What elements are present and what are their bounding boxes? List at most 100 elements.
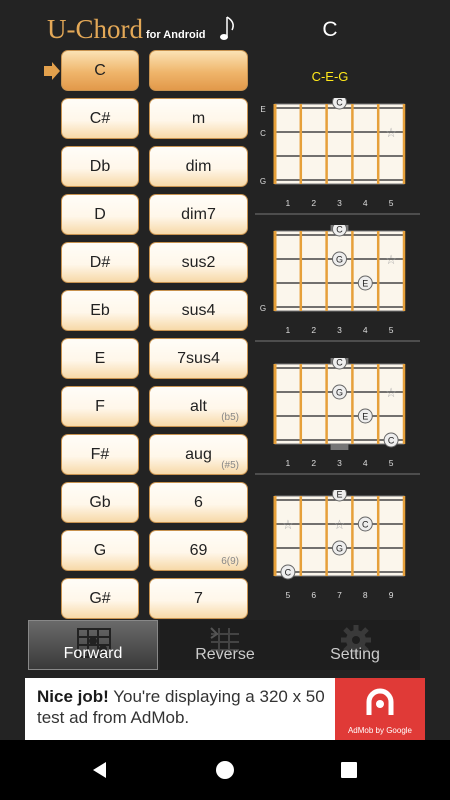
admob-logo: AdMob by Google	[335, 678, 425, 740]
root-key-button[interactable]: Db	[61, 146, 139, 187]
finger-dot-label: G	[336, 544, 343, 554]
finger-dot-label: C	[285, 568, 292, 578]
chord-type-button[interactable]: 7	[149, 578, 248, 619]
chord-type-button[interactable]	[149, 50, 248, 91]
finger-dot-label: G	[336, 388, 343, 398]
finger-dot-label: G	[336, 255, 343, 265]
fret-number-label: 4	[363, 325, 368, 335]
chord-type-alt-label: 6(9)	[221, 556, 239, 567]
fretboard-background	[274, 363, 405, 445]
fretboard-diagram[interactable]: ☆ C E C G 1 2 3 4 5	[255, 98, 420, 216]
root-key-button[interactable]: Gb	[61, 482, 139, 523]
fret-number-label: 8	[363, 590, 368, 600]
root-key-button[interactable]: G#	[61, 578, 139, 619]
current-chord: C	[322, 18, 338, 41]
finger-dot-label: C	[336, 358, 343, 368]
fret-number-label: 1	[286, 458, 291, 468]
chord-type-button[interactable]: aug (#5)	[149, 434, 248, 475]
finger-dot-label: C	[336, 225, 343, 235]
string-name-label: E	[260, 105, 265, 114]
fretboard-diagram[interactable]: ☆ ☆ E C G C 5 6 7 8 9	[255, 490, 420, 608]
system-nav-bar	[0, 740, 450, 800]
home-icon[interactable]	[215, 760, 235, 780]
chord-type-button[interactable]: sus2	[149, 242, 248, 283]
fret-number-label: 2	[311, 458, 316, 468]
chord-type-alt-label: (b5)	[221, 412, 239, 423]
chord-type-button[interactable]: dim7	[149, 194, 248, 235]
tab-reverse-label: Reverse	[195, 646, 255, 663]
root-key-button[interactable]: D	[61, 194, 139, 235]
admob-icon	[366, 688, 394, 715]
star-marker: ☆	[385, 253, 397, 268]
root-key-button[interactable]: F	[61, 386, 139, 427]
ad-banner[interactable]: Nice job! You're displaying a 320 x 50 t…	[25, 678, 425, 740]
chord-type-label: aug	[185, 445, 212, 463]
fretboard-background	[274, 103, 405, 185]
fret-number-label: 4	[363, 458, 368, 468]
chord-type-label: sus4	[181, 301, 216, 319]
root-key-button[interactable]: E	[61, 338, 139, 379]
app-title: U-Chord for Android	[47, 14, 206, 44]
root-key-button[interactable]: G	[61, 530, 139, 571]
fretboard-background	[274, 495, 405, 577]
back-icon[interactable]	[90, 760, 110, 780]
chord-type-button[interactable]: 69 6(9)	[149, 530, 248, 571]
fret-number-label: 2	[311, 198, 316, 208]
root-key-button[interactable]: Eb	[61, 290, 139, 331]
chord-type-button[interactable]: sus4	[149, 290, 248, 331]
star-marker: ☆	[282, 518, 294, 533]
tab-setting[interactable]: Setting	[290, 620, 420, 670]
admob-label: AdMob by Google	[347, 726, 413, 735]
chord-type-button[interactable]: dim	[149, 146, 248, 187]
fret-number-label: 1	[286, 198, 291, 208]
fretboard-diagram[interactable]: ☆ C G E C 1 2 3 4 5	[255, 358, 420, 476]
chord-type-button[interactable]: 7sus4	[149, 338, 248, 379]
finger-dot-label: C	[336, 98, 343, 108]
finger-dot-label: E	[336, 490, 342, 500]
chord-type-button[interactable]: alt (b5)	[149, 386, 248, 427]
bottom-tab-bar: Forward Reverse Setting	[28, 620, 420, 670]
fret-number-label: 4	[363, 198, 368, 208]
chord-type-button[interactable]: 6	[149, 482, 248, 523]
ad-headline: Nice job!	[37, 687, 109, 706]
tab-forward[interactable]: Forward	[28, 620, 158, 670]
fret-number-label: 5	[389, 458, 394, 468]
fret-number-label: 2	[311, 325, 316, 335]
fret-number-label: 9	[389, 590, 394, 600]
fret-number-label: 1	[286, 325, 291, 335]
star-marker: ☆	[385, 386, 397, 401]
string-name-label: C	[260, 129, 266, 138]
chord-type-button[interactable]: m	[149, 98, 248, 139]
chord-type-label: 7sus4	[177, 349, 220, 367]
chord-notes: C-E-G	[311, 69, 349, 84]
string-name-label: G	[260, 177, 266, 186]
fretboard-diagram[interactable]: ☆ C G E G 1 2 3 4 5	[255, 225, 420, 343]
recents-icon[interactable]	[340, 761, 358, 779]
finger-dot-label: C	[362, 520, 369, 530]
fret-number-label: 5	[286, 590, 291, 600]
app-subtitle: for Android	[146, 29, 206, 41]
finger-dot-label: E	[362, 412, 368, 422]
root-key-button[interactable]: C	[61, 50, 139, 91]
chord-type-label: alt	[190, 397, 207, 415]
root-key-button[interactable]: F#	[61, 434, 139, 475]
chord-type-label: dim	[185, 157, 212, 175]
tab-reverse[interactable]: Reverse	[160, 620, 290, 670]
root-key-button[interactable]: D#	[61, 242, 139, 283]
chord-type-label: sus2	[181, 253, 216, 271]
app-screen: { "header": {"app_name": "U-Chord", "sub…	[0, 0, 450, 800]
finger-dot-label: E	[362, 279, 368, 289]
chord-type-label: m	[191, 109, 206, 127]
chord-type-label: 6	[194, 493, 203, 511]
string-name-label: G	[260, 304, 266, 313]
chord-type-label: dim7	[181, 205, 216, 223]
chord-type-alt-label: (#5)	[221, 460, 239, 471]
music-note-icon	[220, 16, 234, 40]
fret-number-label: 5	[389, 198, 394, 208]
tab-setting-label: Setting	[330, 646, 380, 663]
root-key-button[interactable]: C#	[61, 98, 139, 139]
fret-number-label: 3	[337, 325, 342, 335]
fretboard-background	[274, 230, 405, 312]
fret-number-label: 3	[337, 198, 342, 208]
fret-number-label: 5	[389, 325, 394, 335]
